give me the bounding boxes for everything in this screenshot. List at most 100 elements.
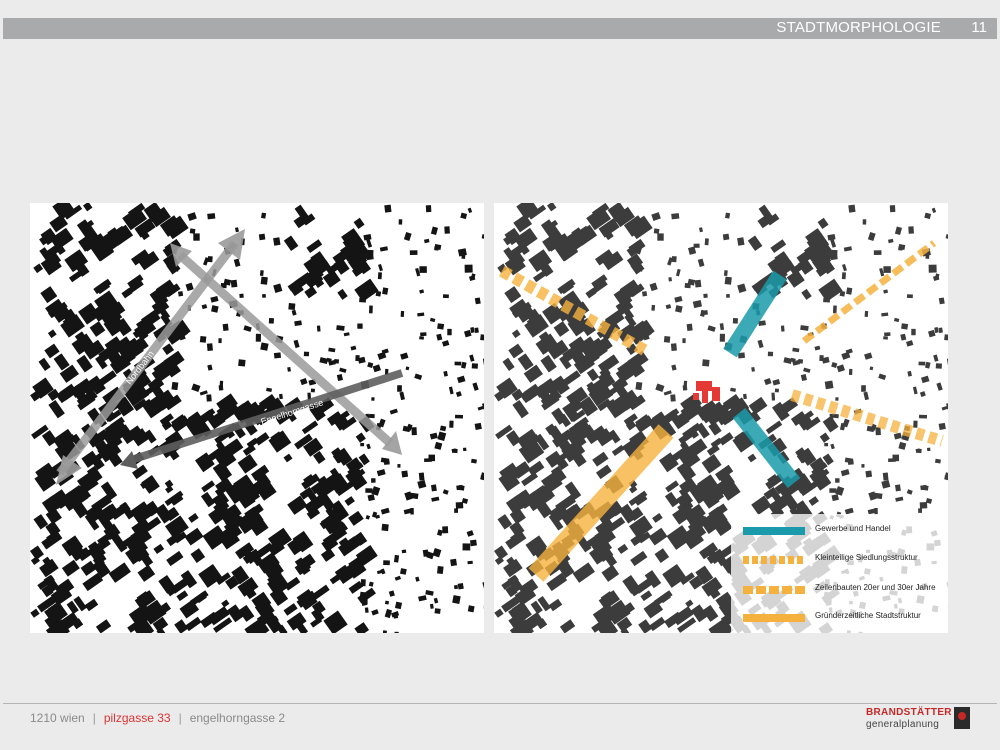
- building-shape: [655, 383, 665, 393]
- building-shape: [279, 393, 283, 400]
- building-shape: [918, 508, 922, 513]
- building-shape: [708, 421, 722, 436]
- building-shape: [235, 227, 239, 233]
- building-shape: [359, 297, 367, 303]
- building-shape: [892, 454, 900, 462]
- building-shape: [371, 478, 376, 483]
- building-shape: [30, 545, 44, 560]
- building-shape: [936, 382, 943, 391]
- building-shape: [434, 441, 443, 450]
- building-shape: [464, 329, 472, 338]
- building-shape: [437, 566, 444, 574]
- header-bar: STADTMORPHOLOGIE 11: [3, 18, 997, 39]
- building-shape: [424, 238, 430, 244]
- building-shape: [894, 226, 903, 236]
- building-shape: [919, 502, 928, 509]
- building-shape: [901, 323, 909, 330]
- building-shape: [919, 414, 927, 419]
- building-shape: [316, 325, 321, 332]
- building-shape: [883, 266, 891, 273]
- building-shape: [718, 432, 734, 446]
- building-shape: [418, 595, 427, 602]
- building-shape: [206, 343, 213, 351]
- building-shape: [461, 361, 467, 369]
- legend-label: Gründerzeitliche Stadtstruktur: [815, 611, 921, 620]
- building-shape: [53, 353, 70, 371]
- building-shape: [772, 379, 781, 386]
- building-shape: [382, 630, 387, 633]
- building-shape: [460, 212, 468, 220]
- building-shape: [442, 489, 449, 495]
- building-shape: [803, 367, 811, 373]
- building-shape: [900, 333, 907, 341]
- building-shape: [310, 388, 315, 393]
- building-shape: [925, 361, 931, 369]
- building-shape: [827, 234, 836, 241]
- legend-swatch-kleinteilig: [743, 556, 805, 564]
- building-shape: [675, 268, 681, 277]
- building-shape: [685, 599, 694, 608]
- building-shape: [368, 581, 374, 587]
- building-shape: [653, 228, 660, 234]
- building-shape: [266, 387, 273, 392]
- building-shape: [737, 237, 745, 246]
- legend-item: Gründerzeitliche Stadtstruktur: [743, 611, 943, 623]
- building-shape: [938, 422, 946, 431]
- page-title: STADTMORPHOLOGIE: [776, 19, 941, 36]
- building-shape: [918, 361, 926, 366]
- building-shape: [378, 418, 386, 428]
- building-shape: [829, 413, 834, 421]
- building-shape: [732, 318, 738, 324]
- logo-line2: generalplanung: [866, 719, 940, 730]
- building-shape: [867, 232, 876, 241]
- building-shape: [417, 312, 425, 317]
- building-shape: [730, 387, 737, 392]
- building-shape: [572, 562, 595, 583]
- building-shape: [699, 227, 703, 233]
- building-shape: [502, 357, 515, 371]
- building-shape: [719, 323, 725, 331]
- legend-swatch-gewerbe: [743, 527, 805, 535]
- building-shape: [230, 279, 238, 288]
- building-shape: [431, 496, 440, 502]
- building-shape: [371, 609, 379, 616]
- building-shape: [702, 359, 710, 367]
- building-shape: [586, 368, 600, 382]
- building-shape: [467, 207, 473, 214]
- building-shape: [371, 397, 375, 401]
- building-shape: [840, 469, 850, 477]
- building-shape: [675, 305, 683, 313]
- building-shape: [260, 276, 268, 285]
- building-shape: [707, 325, 716, 332]
- building-shape: [401, 470, 409, 478]
- building-shape: [480, 334, 484, 341]
- building-shape: [922, 485, 929, 491]
- building-shape: [380, 568, 386, 575]
- building-shape: [457, 582, 464, 590]
- building-shape: [652, 513, 663, 523]
- building-shape: [185, 282, 194, 292]
- building-shape: [394, 601, 403, 610]
- building-shape: [384, 204, 392, 213]
- page-number: 11: [971, 19, 987, 36]
- building-shape: [700, 310, 708, 316]
- building-shape: [283, 603, 298, 616]
- building-shape: [670, 394, 676, 402]
- building-shape: [178, 291, 184, 297]
- building-shape: [934, 458, 941, 464]
- building-shape: [848, 204, 856, 213]
- building-shape: [383, 460, 390, 465]
- building-shape: [723, 270, 728, 277]
- building-shape: [832, 413, 839, 419]
- building-shape: [893, 432, 902, 440]
- building-shape: [831, 362, 838, 369]
- building-shape: [564, 481, 582, 500]
- building-shape: [824, 442, 829, 447]
- building-shape: [511, 329, 521, 339]
- building-shape: [420, 332, 427, 337]
- building-shape: [830, 239, 837, 248]
- building-shape: [410, 492, 419, 500]
- building-shape: [337, 288, 348, 300]
- building-shape: [258, 233, 266, 241]
- building-shape: [912, 386, 918, 395]
